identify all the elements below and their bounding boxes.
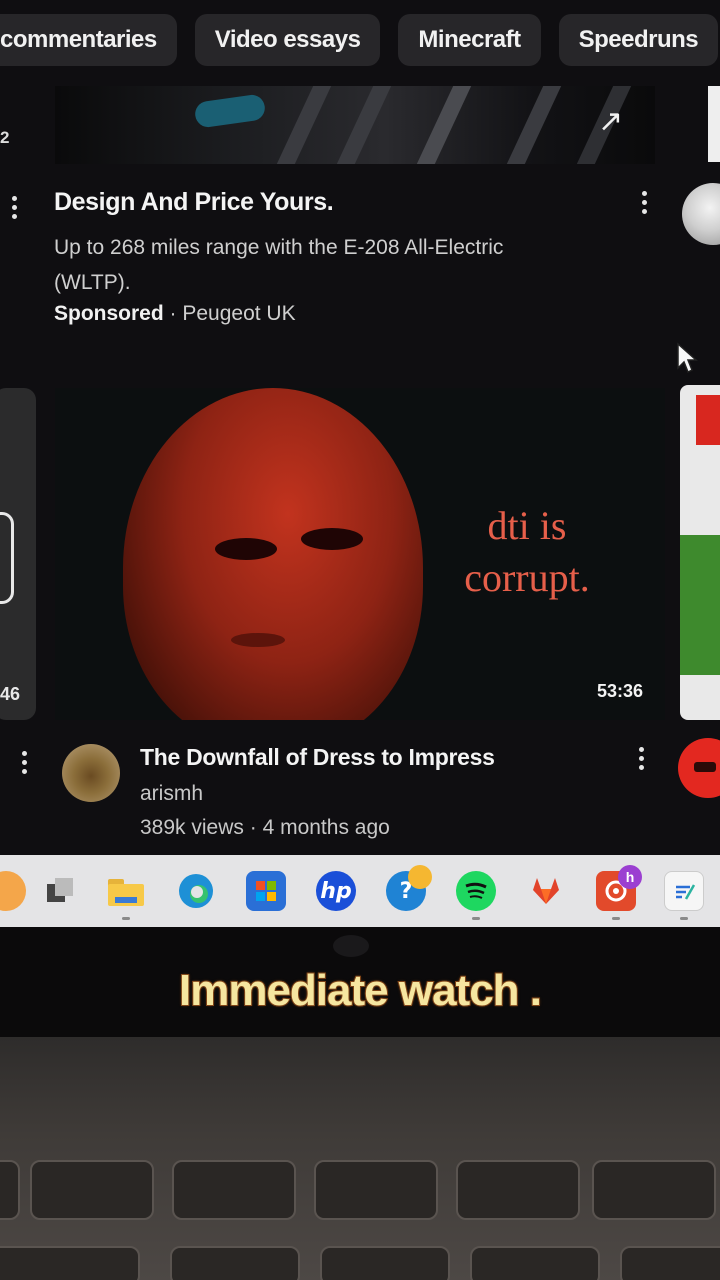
video-thumbnail[interactable]: dti is corrupt. 53:36 — [55, 388, 665, 720]
notification-badge — [408, 865, 432, 889]
video-more-options-icon[interactable] — [637, 747, 645, 770]
video-duration: 53:36 — [596, 681, 643, 701]
ad-description: Up to 268 miles range with the E-208 All… — [54, 236, 504, 294]
start-partial-icon[interactable] — [0, 871, 26, 911]
spotify-icon[interactable] — [456, 871, 496, 911]
taskbar: hp ? h — [0, 855, 720, 927]
left-partial-duration: 46 — [0, 684, 21, 704]
hp-icon[interactable]: hp — [316, 871, 356, 911]
meta-separator: · — [163, 302, 183, 325]
chip-minecraft[interactable]: Minecraft — [398, 14, 541, 66]
right-red-avatar[interactable] — [678, 738, 720, 798]
sponsored-label: Sponsored — [54, 302, 164, 325]
file-explorer-icon[interactable] — [106, 871, 146, 911]
upload-age: 4 months ago — [262, 816, 390, 839]
left-partial-thumbnail[interactable] — [0, 388, 36, 720]
more-options-left-2-icon[interactable] — [20, 751, 28, 774]
browser-screen: commentaries Video essays Minecraft Spee… — [0, 0, 720, 855]
key-play-pause — [456, 1160, 580, 1220]
edge-icon[interactable] — [176, 871, 216, 911]
key — [620, 1246, 720, 1280]
key — [0, 1246, 140, 1280]
mouse-cursor-icon — [677, 342, 698, 374]
right-partial-thumbnail[interactable] — [680, 385, 720, 720]
thumbnail-text: dti is corrupt. — [464, 503, 590, 600]
channel-avatar[interactable] — [62, 744, 120, 802]
right-avatar[interactable] — [682, 183, 720, 245]
ad-meta: Sponsored · Peugeot UK — [54, 302, 296, 326]
video-title[interactable]: The Downfall of Dress to Impress — [140, 744, 495, 771]
video-caption: Immediate watch . — [178, 965, 543, 1016]
hp-logo-icon — [333, 935, 369, 957]
advertiser-name[interactable]: Peugeot UK — [182, 302, 295, 325]
task-view-icon[interactable] — [40, 871, 80, 911]
laptop-keyboard-deck — [0, 1037, 720, 1280]
more-options-left-icon[interactable] — [10, 196, 18, 219]
microsoft-store-icon[interactable] — [246, 871, 286, 911]
key-next — [592, 1160, 716, 1220]
right-partial-card — [708, 86, 720, 162]
chip-speedruns[interactable]: Speedruns — [558, 14, 719, 66]
view-count: 389k views — [140, 816, 244, 839]
ad-more-options-icon[interactable] — [640, 191, 648, 214]
chip-commentaries[interactable]: commentaries — [0, 14, 177, 66]
chip-video-essays[interactable]: Video essays — [194, 14, 381, 66]
key — [0, 1160, 20, 1220]
ad-banner-image[interactable] — [55, 86, 655, 164]
video-meta: 389k views · 4 months ago — [140, 816, 390, 839]
key-previous — [314, 1160, 438, 1220]
channel-name[interactable]: arismh — [140, 782, 203, 806]
key — [170, 1246, 300, 1280]
key-volume-down — [172, 1160, 296, 1220]
left-partial-text: 2 — [0, 128, 10, 147]
notes-icon[interactable] — [664, 871, 704, 911]
key — [320, 1246, 450, 1280]
key-f1 — [30, 1160, 154, 1220]
filter-chips: commentaries Video essays Minecraft Spee… — [0, 14, 719, 66]
app-badge: h — [618, 865, 642, 889]
key — [470, 1246, 600, 1280]
gitlab-icon[interactable] — [526, 871, 566, 911]
thumbnail-face-image — [123, 388, 423, 720]
external-link-icon[interactable]: ↗ — [598, 104, 623, 139]
ad-title[interactable]: Design And Price Yours. — [54, 188, 334, 217]
